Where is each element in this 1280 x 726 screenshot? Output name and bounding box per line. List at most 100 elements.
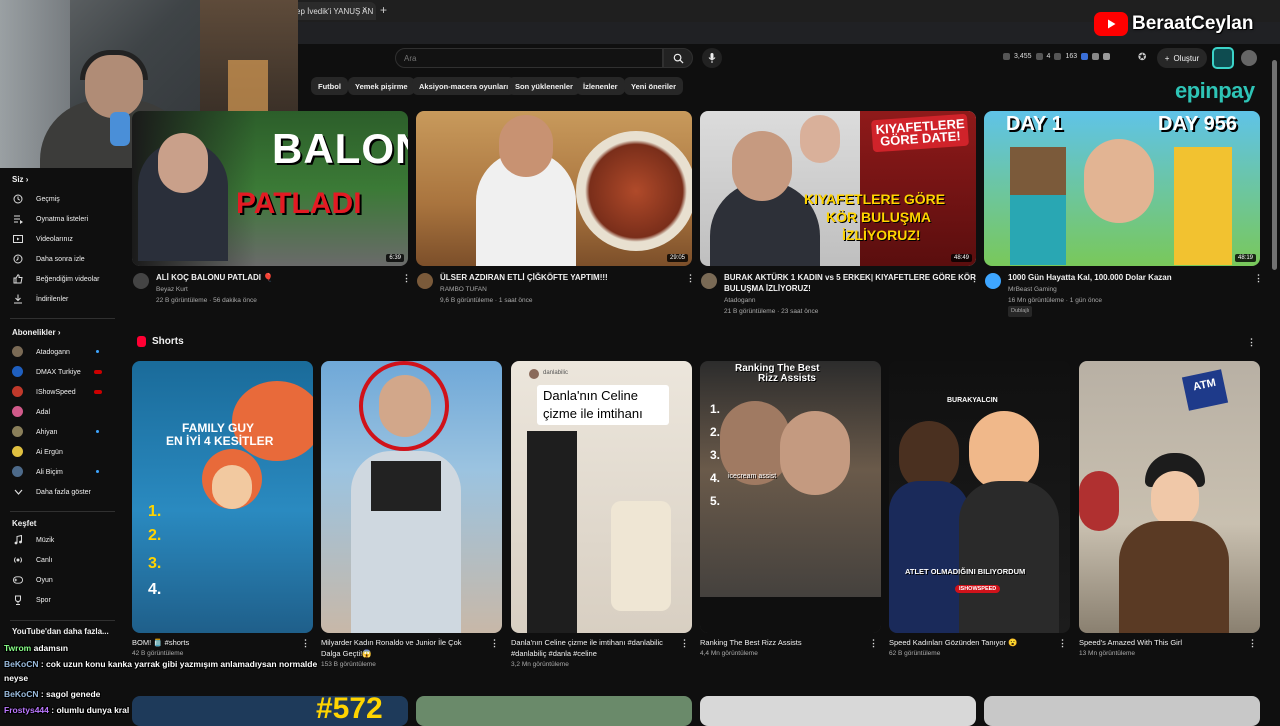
video-channel[interactable]: MrBeast Gaming	[1008, 284, 1057, 295]
sidebar-item-live[interactable]: Canlı	[0, 550, 120, 570]
chip-action-adventure[interactable]: Aksiyon-macera oyunları	[412, 77, 516, 95]
page-scrollbar[interactable]	[1272, 60, 1277, 270]
sidebar-item-music[interactable]: Müzik	[0, 530, 120, 550]
search-button[interactable]	[663, 48, 693, 68]
more-options-icon[interactable]: ⋮	[301, 638, 310, 649]
thumb-number: 2.	[710, 425, 721, 439]
sidebar-you-header[interactable]: Siz ›	[12, 175, 28, 184]
short-title[interactable]: Danla'nın Celine çizme ile imtihanı #dan…	[511, 637, 663, 648]
video-title[interactable]: 1000 Gün Hayatta Kal, 100.000 Dolar Kaza…	[1008, 272, 1248, 283]
short-title[interactable]: Speed's Amazed With This Girl	[1079, 637, 1182, 648]
short-meta: 153 B görüntüleme	[321, 661, 376, 668]
profile-avatar[interactable]	[1241, 50, 1257, 66]
more-options-icon[interactable]: ⋮	[1248, 638, 1257, 649]
video-title[interactable]: ALİ KOÇ BALONU PATLADI 🎈	[156, 272, 396, 283]
sidebar-item-history[interactable]: Geçmiş	[0, 189, 120, 209]
video-thumbnail[interactable]	[984, 696, 1260, 726]
more-options-icon[interactable]: ⋮	[1058, 638, 1067, 649]
more-options-icon[interactable]: ⋮	[869, 638, 878, 649]
short-title-line2[interactable]: Dalga Geçti!😱	[321, 648, 372, 659]
sidebar-item-watch-later[interactable]: Daha sonra izle	[0, 249, 120, 269]
thumb-text: KÖR BULUŞMA	[826, 209, 931, 225]
extension-icon[interactable]	[1081, 53, 1089, 60]
sidebar-divider	[10, 620, 115, 621]
chat-text: : cok uzun konu kanka yarrak gibi yazmış…	[40, 659, 318, 669]
new-tab-icon[interactable]: +	[380, 3, 387, 17]
channel-avatar[interactable]	[133, 273, 149, 289]
video-thumbnail[interactable]	[416, 696, 692, 726]
short-thumbnail[interactable]: FAMILY GUY EN İYİ 4 KESİTLER 1. 2. 3. 4.	[132, 361, 313, 633]
more-options-icon[interactable]: ⋮	[402, 273, 411, 284]
sidebar-show-more[interactable]: Daha fazla göster	[0, 482, 120, 502]
video-title[interactable]: BURAK AKTÜRK 1 KADIN vs 5 ERKEK| KIYAFET…	[724, 272, 976, 283]
voice-search-button[interactable]	[702, 48, 722, 68]
sidebar-sub-dmax[interactable]: DMAX Turkiye	[0, 362, 120, 382]
video-title-line2[interactable]: BULUŞMA İZLİYORUZ!	[724, 283, 964, 294]
more-options-icon[interactable]: ⋮	[970, 273, 979, 284]
sidebar-item-sports[interactable]: Spor	[0, 590, 120, 610]
search-input[interactable]	[395, 48, 663, 68]
sidebar-sub-adal[interactable]: Adal	[0, 402, 120, 422]
chip-cooking[interactable]: Yemek pişirme	[348, 77, 415, 95]
short-thumbnail[interactable]: Ranking The Best Rizz Assists 1. 2. 3. 4…	[700, 361, 881, 633]
video-thumbnail[interactable]: #572	[132, 696, 408, 726]
video-thumbnail[interactable]: KIYAFETLERE GÖRE DATE! KIYAFETLERE GÖRE …	[700, 111, 976, 266]
chat-text: neyse	[4, 673, 29, 683]
sidebar-sub-ali-bicim[interactable]: Ali Biçim	[0, 462, 120, 482]
sidebar-item-your-videos[interactable]: Videolarınız	[0, 229, 120, 249]
playlist-icon	[13, 214, 23, 224]
stat-icon	[1054, 53, 1062, 60]
video-thumbnail[interactable]: 29:05	[416, 111, 692, 266]
thumb-text: İZLİYORUZ!	[842, 227, 921, 243]
extension-app-icon[interactable]	[1212, 47, 1234, 69]
chip-recently-uploaded[interactable]: Son yüklenenler	[508, 77, 580, 95]
video-thumbnail[interactable]: BALON PATLADI 6:39	[132, 111, 408, 266]
more-options-icon[interactable]: ⋮	[1254, 273, 1263, 284]
sidebar-sub-ahiyan[interactable]: Ahiyan	[0, 422, 120, 442]
chip-watched[interactable]: İzlenenler	[576, 77, 625, 95]
short-title-line2[interactable]: #danlabiliç #danla #celine	[511, 648, 597, 659]
video-channel[interactable]: RAMBO TUFAN	[440, 284, 487, 295]
short-title[interactable]: BOM! 🫙 #shorts	[132, 637, 189, 648]
channel-avatar[interactable]	[985, 273, 1001, 289]
video-thumbnail[interactable]	[700, 696, 976, 726]
short-title[interactable]: Milyarder Kadın Ronaldo ve Junior İle Ço…	[321, 637, 462, 648]
cast-icon[interactable]: ✪	[1138, 52, 1146, 63]
thumb-number: 3.	[710, 448, 721, 462]
sidebar-item-downloads[interactable]: İndirilenler	[0, 289, 120, 309]
channel-avatar[interactable]	[701, 273, 717, 289]
sidebar-divider	[10, 511, 115, 512]
create-button[interactable]: + Oluştur	[1157, 48, 1207, 68]
short-thumbnail[interactable]	[321, 361, 502, 633]
short-thumbnail[interactable]: danlabilic Danla'nın Celine çizme ile im…	[511, 361, 692, 633]
video-thumbnail[interactable]: DAY 1 DAY 956 48:19	[984, 111, 1260, 266]
more-options-icon[interactable]: ⋮	[686, 273, 695, 284]
chip-football[interactable]: Futbol	[311, 77, 348, 95]
chip-new-to-you[interactable]: Yeni öneriler	[624, 77, 684, 95]
short-title[interactable]: Ranking The Best Rizz Assists	[700, 637, 802, 648]
thumb-sofa	[611, 501, 671, 611]
short-thumbnail[interactable]: ATM	[1079, 361, 1260, 633]
short-title[interactable]: Speed Kadınları Gözünden Tanıyor 😮	[889, 637, 1017, 648]
video-channel[interactable]: Atadogann	[724, 295, 755, 306]
video-channel[interactable]: Beyaz Kurt	[156, 284, 188, 295]
video-title[interactable]: ÜLSER AZDIRAN ETLİ ÇİĞKÖFTE YAPTIM!!!	[440, 272, 680, 283]
sidebar-item-label: Oyun	[36, 576, 53, 584]
tab-close-icon[interactable]: ×	[362, 4, 367, 14]
sidebar-subscriptions-header[interactable]: Abonelikler ›	[12, 328, 60, 337]
more-options-icon[interactable]: ⋮	[680, 638, 689, 649]
chat-message: Frostys444 : olumlu dunya kral	[4, 705, 129, 715]
sidebar-sub-atadogann[interactable]: Atadogann	[0, 342, 120, 362]
thumb-face	[732, 131, 792, 201]
sidebar-item-playlists[interactable]: Oynatma listeleri	[0, 209, 120, 229]
extension-icon[interactable]	[1092, 53, 1100, 60]
channel-avatar[interactable]	[417, 273, 433, 289]
sidebar-sub-ishowspeed[interactable]: IShowSpeed	[0, 382, 120, 402]
extension-icon[interactable]	[1103, 53, 1111, 60]
more-options-icon[interactable]: ⋮	[490, 638, 499, 649]
sidebar-sub-ai-ergun[interactable]: Ai Ergün	[0, 442, 120, 462]
short-thumbnail[interactable]: BURAKYALCIN ATLET OLMADIĞINI BILIYORDUM …	[889, 361, 1070, 633]
shorts-more-options-icon[interactable]: ⋮	[1247, 337, 1256, 348]
sidebar-item-gaming[interactable]: Oyun	[0, 570, 120, 590]
sidebar-item-liked-videos[interactable]: Beğendiğim videolar	[0, 269, 120, 289]
